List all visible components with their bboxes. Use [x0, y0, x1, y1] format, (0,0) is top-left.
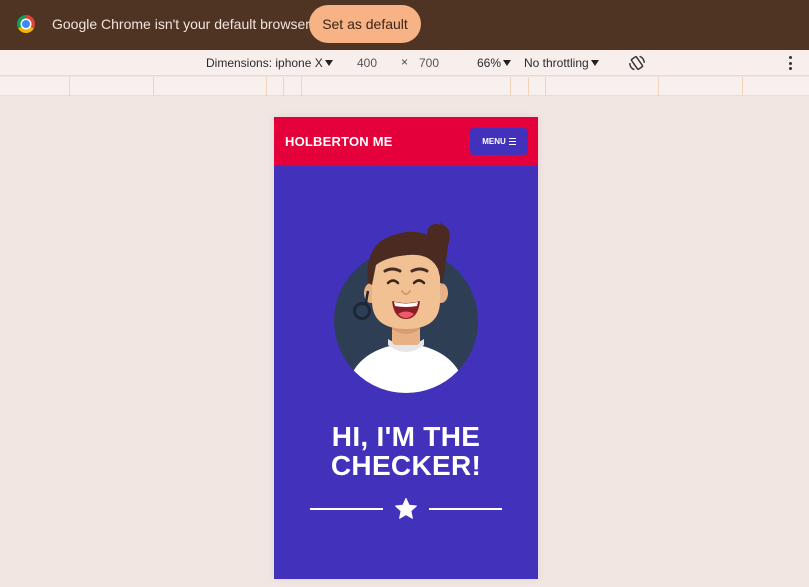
- dimensions-dropdown[interactable]: Dimensions: iphone X: [206, 56, 333, 70]
- menu-label: MENU: [482, 137, 506, 146]
- device-toolbar: Dimensions: iphone X × 66% No throttling: [0, 50, 809, 76]
- default-browser-infobar: Google Chrome isn't your default browser…: [0, 0, 809, 50]
- throttling-label: No throttling: [524, 56, 589, 70]
- zoom-dropdown[interactable]: 66%: [477, 56, 512, 70]
- site-title[interactable]: HOLBERTON ME: [285, 134, 393, 149]
- dropdown-arrow-icon: [503, 60, 512, 66]
- site-header: HOLBERTON ME MENU: [274, 117, 538, 166]
- zoom-label: 66%: [477, 56, 502, 70]
- divider-left: [310, 508, 383, 510]
- height-input[interactable]: [410, 54, 448, 72]
- headline-line-2: CHECKER!: [330, 450, 482, 481]
- avatar-illustration: [334, 223, 478, 393]
- dimensions-label: Dimensions: iphone X: [206, 56, 323, 70]
- menu-button[interactable]: MENU: [470, 128, 528, 155]
- star-icon: [395, 498, 417, 519]
- times-separator: ×: [401, 55, 409, 69]
- hero-headline: HI, I'M THE CHECKER!: [274, 422, 538, 480]
- device-viewport: HOLBERTON ME MENU HI, I'M THE CHECKER!: [274, 117, 538, 579]
- headline-line-1: HI, I'M THE: [331, 421, 481, 452]
- dropdown-arrow-icon: [324, 60, 333, 66]
- infobar-message: Google Chrome isn't your default browser: [52, 16, 310, 32]
- menu-icon: [508, 138, 516, 145]
- dropdown-arrow-icon: [590, 60, 599, 66]
- set-as-default-button[interactable]: Set as default: [309, 5, 421, 43]
- throttling-dropdown[interactable]: No throttling: [524, 56, 599, 70]
- rotate-icon[interactable]: [627, 53, 647, 73]
- divider-right: [429, 508, 502, 510]
- media-query-ruler: [0, 77, 809, 96]
- chrome-logo-icon: [17, 15, 35, 33]
- more-vert-icon[interactable]: [786, 55, 794, 71]
- width-input[interactable]: [348, 54, 386, 72]
